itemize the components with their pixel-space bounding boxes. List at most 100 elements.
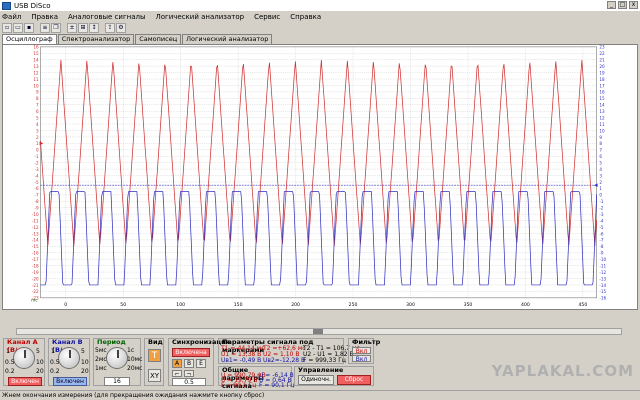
period-value-field[interactable]: 16: [104, 377, 130, 386]
tab-recorder[interactable]: Самописец: [135, 34, 182, 44]
left-tick-label: 4: [36, 122, 39, 127]
right-tick-label: -13: [599, 276, 606, 281]
sync-channel-b[interactable]: B: [184, 359, 194, 368]
right-tick-label: -16: [599, 296, 606, 301]
horizontal-scrollbar[interactable]: [16, 328, 622, 335]
right-tick-label: 3: [599, 173, 602, 178]
chB-scale-1: 1: [51, 348, 55, 355]
x-tick-label: 450: [579, 302, 588, 307]
scroll-thumb[interactable]: [313, 329, 323, 334]
right-tick-label: 11: [599, 122, 605, 127]
menu-help[interactable]: Справка: [290, 13, 321, 21]
plot-border: [40, 46, 597, 299]
left-tick-label: -21: [32, 283, 39, 288]
gen-f1: F = 90,1 Гц: [221, 382, 257, 389]
left-tick-label: -14: [32, 238, 39, 243]
menu-service[interactable]: Сервис: [254, 13, 280, 21]
chA-scale-02: 0.2: [5, 368, 15, 375]
period-group: Период 5мс 1с 2мс 10мс 1мс 20мс 16: [93, 338, 142, 386]
sync-enable-button[interactable]: Включена: [172, 348, 210, 357]
oscilloscope-plot[interactable]: 161514131211109876543210-1-2-3-4-5-6-7-8…: [4, 45, 635, 307]
maximize-button[interactable]: □: [618, 1, 627, 9]
left-tick-label: -17: [32, 257, 39, 262]
right-tick-label: -3: [599, 212, 603, 217]
menu-logic[interactable]: Логический анализатор: [155, 13, 244, 21]
toolbar: ▫ ▭ ▪ ≡ ❐ ± ⊞ ↕ ⇪ ⚙: [0, 22, 640, 34]
period-knob[interactable]: [106, 347, 128, 369]
sync-external[interactable]: E: [196, 359, 206, 368]
chA-scale-10: 10: [36, 359, 44, 366]
channel-a-enable-button[interactable]: Включен: [8, 377, 42, 386]
chA-scale-05: 0.5: [5, 359, 15, 366]
period-5ms: 5мс: [95, 347, 107, 354]
left-tick-label: 8: [36, 96, 39, 101]
left-tick-label: 9: [36, 90, 39, 95]
left-tick-label: 11: [33, 77, 39, 82]
tab-logic-analyzer[interactable]: Логический анализатор: [182, 34, 273, 44]
right-tick-label: 1: [599, 186, 602, 191]
gen-f2: F = 90,1 Гц: [259, 382, 295, 389]
right-tick-label: 2: [599, 180, 602, 185]
open-icon[interactable]: ▭: [13, 23, 23, 33]
channel-b-enable-button[interactable]: Включен: [53, 377, 87, 386]
copy-icon[interactable]: ❐: [51, 23, 61, 33]
export-icon[interactable]: ⇪: [105, 23, 115, 33]
right-tick-label: 21: [599, 58, 605, 63]
right-tick-label: -11: [599, 263, 606, 268]
single-shot-button[interactable]: Одиночн.: [298, 375, 334, 385]
left-tick-label: 0: [36, 148, 39, 153]
menu-edit[interactable]: Правка: [31, 13, 58, 21]
right-tick-label: 6: [599, 154, 602, 159]
tab-spectrum[interactable]: Спектроанализатор: [57, 34, 135, 44]
channel-b-knob[interactable]: [58, 347, 80, 369]
menu-analog[interactable]: Аналоговые сигналы: [68, 13, 146, 21]
x-tick-label: 350: [464, 302, 473, 307]
sync-channel-a[interactable]: A: [172, 359, 182, 368]
x-tick-label: 150: [234, 302, 243, 307]
measure-icon[interactable]: ⊞: [78, 23, 88, 33]
save-icon[interactable]: ▪: [24, 23, 34, 33]
minimize-button[interactable]: _: [607, 1, 616, 9]
zoom-icon[interactable]: ±: [67, 23, 77, 33]
left-tick-label: -18: [32, 263, 39, 268]
right-tick-label: -15: [599, 289, 606, 294]
x-tick-label: 50: [120, 302, 126, 307]
tab-strip: Осциллограф Спектроанализатор Самописец …: [2, 34, 273, 44]
view-title: Вид: [148, 338, 163, 346]
x-tick-label: 100: [176, 302, 185, 307]
time-view-button[interactable]: T: [148, 349, 161, 362]
print-icon[interactable]: ≡: [40, 23, 50, 33]
channel-a-trace: [40, 59, 598, 247]
filter-a-button[interactable]: Вкл: [352, 347, 371, 355]
filter-title: Фильтр: [352, 338, 381, 346]
right-tick-label: 15: [599, 96, 605, 101]
left-tick-label: -2: [35, 161, 39, 166]
right-tick-label: -12: [599, 270, 606, 275]
left-tick-label: 16: [33, 45, 39, 50]
reset-button[interactable]: Сброс: [337, 375, 371, 385]
close-button[interactable]: x: [629, 1, 638, 9]
falling-edge-icon[interactable]: ¬: [184, 370, 194, 378]
sync-level-field[interactable]: 0.5: [172, 378, 206, 386]
tab-oscilloscope[interactable]: Осциллограф: [2, 34, 57, 44]
chB-scale-02: 0.2: [50, 368, 60, 375]
marker-f: F = 999,33 Гц: [303, 357, 346, 364]
rising-edge-icon[interactable]: ⌐: [172, 370, 182, 378]
filter-b-button[interactable]: Вкл: [352, 355, 371, 363]
left-tick-label: -20: [32, 276, 39, 281]
left-tick-label: 14: [33, 58, 39, 63]
left-tick-label: -4: [35, 173, 39, 178]
left-tick-label: -5: [35, 180, 39, 185]
x-tick-label: 200: [291, 302, 300, 307]
menu-file[interactable]: Файл: [2, 13, 21, 21]
left-tick-label: -22: [32, 289, 39, 294]
new-icon[interactable]: ▫: [2, 23, 12, 33]
settings-icon[interactable]: ⚙: [116, 23, 126, 33]
right-tick-label: 10: [599, 128, 605, 133]
right-tick-label: 9: [599, 135, 602, 140]
xy-view-button[interactable]: XY: [148, 369, 161, 382]
right-tick-label: -7: [599, 238, 603, 243]
channel-a-knob[interactable]: [13, 347, 35, 369]
status-bar: Жнем окончания измерения (для прекращени…: [0, 390, 640, 400]
cursor-icon[interactable]: ↕: [89, 23, 99, 33]
